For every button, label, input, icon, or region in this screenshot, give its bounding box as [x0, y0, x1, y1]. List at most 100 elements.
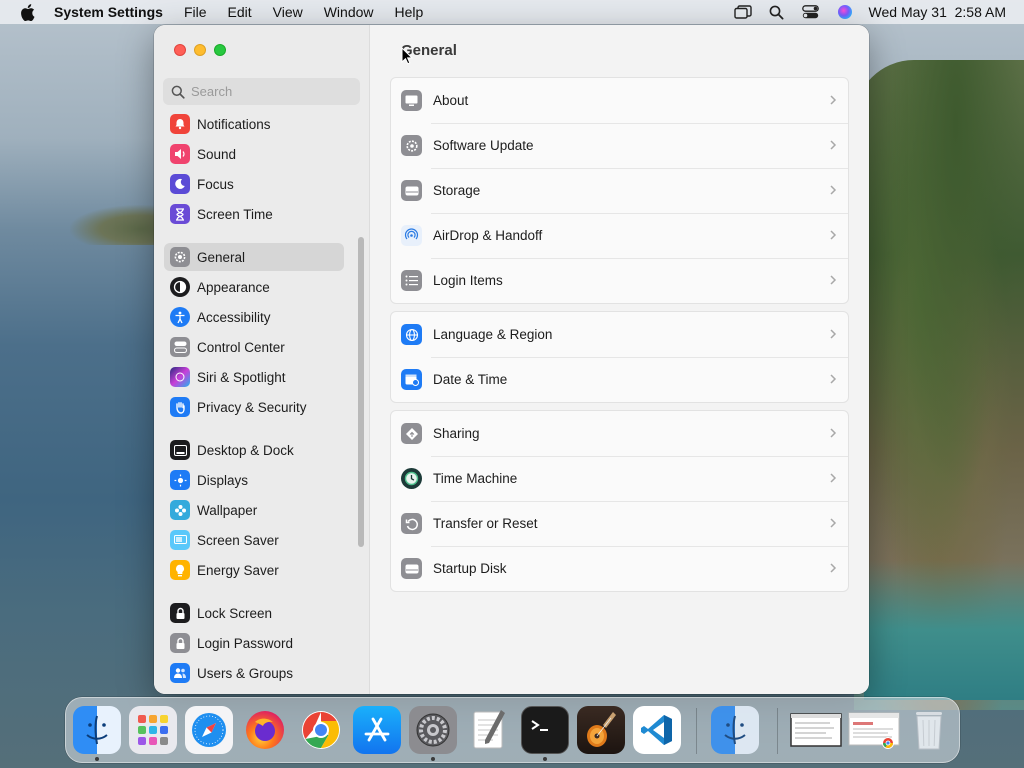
row-time-machine[interactable]: Time Machine [391, 456, 848, 501]
row-about[interactable]: About [391, 78, 848, 123]
menu-help[interactable]: Help [395, 4, 424, 20]
sidebar-item-lock-screen[interactable]: Lock Screen [164, 599, 344, 627]
sidebar-item-privacy-security[interactable]: Privacy & Security [164, 393, 344, 421]
sidebar-item-login-password[interactable]: Login Password [164, 629, 344, 657]
running-indicator [431, 757, 435, 761]
system-settings-icon[interactable] [409, 706, 457, 754]
chevron-right-icon [830, 185, 837, 195]
menu-view[interactable]: View [273, 4, 303, 20]
row-label: Login Items [433, 273, 503, 288]
row-date-time[interactable]: Date & Time [391, 357, 848, 402]
gear-badge-icon [401, 135, 422, 156]
minimize-window-button[interactable] [194, 44, 206, 56]
sidebar-item-notifications[interactable]: Notifications [164, 111, 344, 138]
sidebar-item-label: Energy Saver [197, 562, 279, 578]
lock-icon [170, 633, 190, 653]
row-language-region[interactable]: Language & Region [391, 312, 848, 357]
sidebar-item-users-groups[interactable]: Users & Groups [164, 659, 344, 687]
calendar-icon [401, 369, 422, 390]
row-sharing[interactable]: Sharing [391, 411, 848, 456]
row-label: Startup Disk [433, 561, 507, 576]
list-icon [401, 270, 422, 291]
launchpad-icon[interactable] [129, 706, 177, 754]
chevron-right-icon [830, 230, 837, 240]
row-label: Time Machine [433, 471, 518, 486]
menu-edit[interactable]: Edit [228, 4, 252, 20]
drive-icon [401, 180, 422, 201]
sidebar-item-label: Control Center [197, 339, 285, 355]
chevron-right-icon [830, 518, 837, 528]
sidebar-item-wallpaper[interactable]: Wallpaper [164, 496, 344, 524]
sidebar-item-screen-time[interactable]: Screen Time [164, 200, 344, 228]
search-input[interactable] [191, 84, 351, 99]
sidebar-item-label: General [197, 249, 246, 265]
window-thumbnail-icon[interactable] [789, 706, 843, 754]
running-indicator [543, 757, 547, 761]
app-name-menu[interactable]: System Settings [54, 4, 163, 20]
spotlight-search-icon[interactable] [767, 4, 787, 20]
sidebar-item-control-center[interactable]: Control Center [164, 333, 344, 361]
terminal-icon[interactable] [521, 706, 569, 754]
sidebar-scrollbar[interactable] [358, 237, 364, 547]
sidebar-item-label: Wallpaper [197, 502, 258, 518]
row-storage[interactable]: Storage [391, 168, 848, 213]
moon-icon [170, 174, 190, 194]
chrome-window-thumbnail-icon[interactable] [847, 706, 901, 754]
menu-bar: System Settings File Edit View Window He… [0, 0, 1024, 24]
apple-menu-icon[interactable] [18, 3, 36, 21]
time-machine-icon [401, 468, 422, 489]
close-window-button[interactable] [174, 44, 186, 56]
row-software-update[interactable]: Software Update [391, 123, 848, 168]
finder-icon[interactable] [711, 706, 759, 754]
sidebar-item-general[interactable]: General [164, 243, 344, 271]
system-settings-window: Notifications Sound Focus [154, 25, 869, 694]
menu-file[interactable]: File [184, 4, 207, 20]
settings-group-3: Sharing Time Machine Transfer or Reset S… [390, 410, 849, 592]
display-icon [401, 90, 422, 111]
sidebar-item-displays[interactable]: Displays [164, 466, 344, 494]
trash-icon[interactable] [905, 706, 953, 754]
row-label: Software Update [433, 138, 534, 153]
sidebar-item-appearance[interactable]: Appearance [164, 273, 344, 301]
sidebar-list: Notifications Sound Focus Screen Time Ge… [154, 111, 370, 694]
vscode-icon[interactable] [633, 706, 681, 754]
sidebar-item-label: Screen Time [197, 206, 273, 222]
sidebar-item-focus[interactable]: Focus [164, 170, 344, 198]
menu-bar-clock[interactable]: Wed May 31 2:58 AM [869, 4, 1006, 20]
zoom-window-button[interactable] [214, 44, 226, 56]
wallpaper-sea [864, 560, 1024, 700]
chrome-icon[interactable] [297, 706, 345, 754]
bulb-icon [170, 560, 190, 580]
textedit-icon[interactable] [465, 706, 513, 754]
row-transfer-reset[interactable]: Transfer or Reset [391, 501, 848, 546]
sidebar-item-screen-saver[interactable]: Screen Saver [164, 526, 344, 554]
chevron-right-icon [830, 95, 837, 105]
row-startup-disk[interactable]: Startup Disk [391, 546, 848, 591]
garageband-icon[interactable] [577, 706, 625, 754]
stage-manager-icon[interactable] [733, 4, 753, 20]
search-field[interactable] [163, 78, 360, 105]
finder-icon[interactable] [73, 706, 121, 754]
sidebar-item-accessibility[interactable]: Accessibility [164, 303, 344, 331]
firefox-icon[interactable] [241, 706, 289, 754]
sidebar-item-sound[interactable]: Sound [164, 140, 344, 168]
control-center-icon[interactable] [801, 4, 821, 20]
toggles-icon [170, 337, 190, 357]
safari-icon[interactable] [185, 706, 233, 754]
hand-icon [170, 397, 190, 417]
menu-window[interactable]: Window [324, 4, 374, 20]
row-label: Language & Region [433, 327, 553, 342]
dock-separator [777, 708, 778, 754]
gear-icon [170, 247, 190, 267]
app-store-icon[interactable] [353, 706, 401, 754]
siri-icon[interactable] [835, 4, 855, 20]
sidebar-item-label: Sound [197, 146, 237, 162]
bell-icon [170, 114, 190, 134]
sidebar-item-energy-saver[interactable]: Energy Saver [164, 556, 344, 584]
row-airdrop-handoff[interactable]: AirDrop & Handoff [391, 213, 848, 258]
sidebar-item-siri-spotlight[interactable]: Siri & Spotlight [164, 363, 344, 391]
sidebar-item-desktop-dock[interactable]: Desktop & Dock [164, 436, 344, 464]
row-login-items[interactable]: Login Items [391, 258, 848, 303]
sidebar-item-label: Lock Screen [197, 605, 273, 621]
siri-icon [170, 367, 190, 387]
